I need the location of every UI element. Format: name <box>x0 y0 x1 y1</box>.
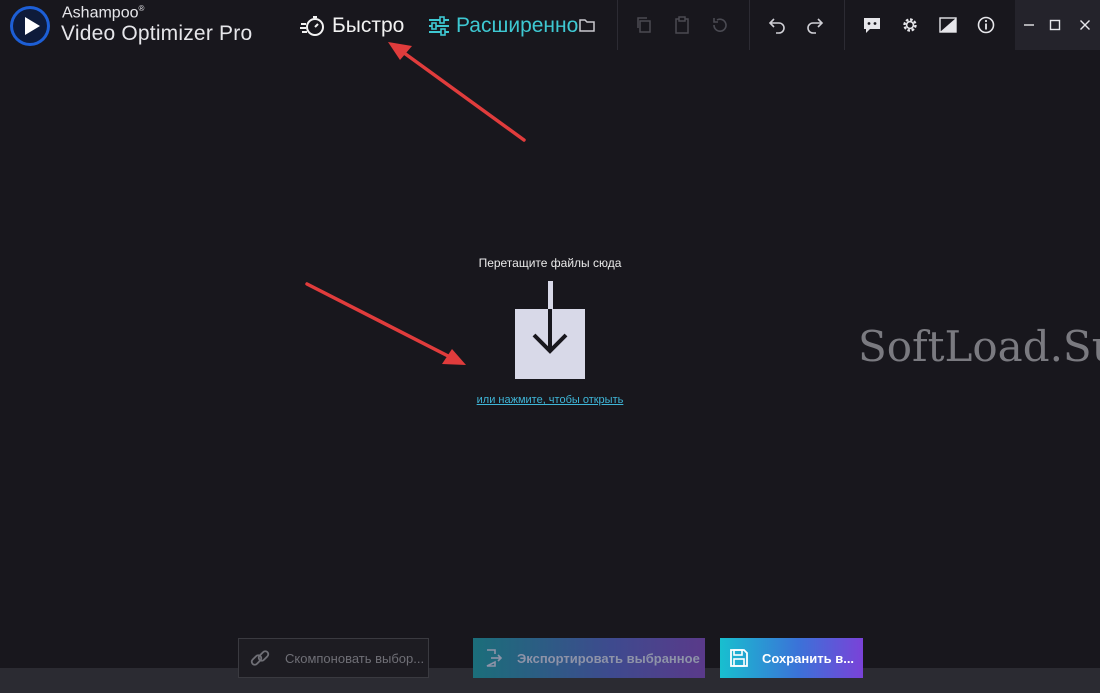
redo-button[interactable] <box>803 13 827 37</box>
toolbar-separator <box>844 0 845 50</box>
maximize-button[interactable] <box>1043 13 1067 37</box>
arrow-down-icon <box>532 309 568 354</box>
close-button[interactable] <box>1073 13 1097 37</box>
product-name: Video Optimizer Pro <box>61 22 253 45</box>
info-icon <box>977 16 995 34</box>
feedback-button[interactable] <box>860 13 884 37</box>
export-icon <box>486 649 503 667</box>
annotation-arrow-dropzone <box>305 282 466 365</box>
watermark: SoftLoad.Su <box>858 322 1100 371</box>
compose-selection-button[interactable]: Скомпоновать выбор... <box>238 638 429 678</box>
chat-icon <box>864 18 880 33</box>
mode-advanced-button[interactable]: Расширенно <box>428 12 580 40</box>
undo-button[interactable] <box>765 13 789 37</box>
save-icon <box>730 649 748 667</box>
minimize-button[interactable] <box>1017 13 1041 37</box>
open-files-link[interactable]: или нажмите, чтобы открыть <box>440 394 660 406</box>
toolbar-separator <box>749 0 750 50</box>
brand-name: Ashampoo® <box>62 4 145 22</box>
title-bar: Ashampoo® Video Optimizer Pro Быстро Рас… <box>0 0 1100 50</box>
copy-button[interactable] <box>632 13 656 37</box>
minimize-icon <box>1024 24 1034 26</box>
mode-fast-button[interactable]: Быстро <box>300 12 404 40</box>
info-button[interactable] <box>974 13 998 37</box>
settings-button[interactable] <box>898 13 922 37</box>
redo-icon <box>807 18 824 34</box>
toolbar-separator <box>617 0 618 50</box>
stopwatch-icon <box>300 16 324 36</box>
save-to-button[interactable]: Сохранить в... <box>720 638 863 678</box>
sliders-icon <box>429 16 449 36</box>
reset-button[interactable] <box>708 13 732 37</box>
undo-icon <box>768 18 785 34</box>
export-selected-label: Экспортировать выбранное <box>517 650 700 666</box>
mode-fast-label: Быстро <box>332 14 405 37</box>
open-folder-button[interactable] <box>575 13 599 37</box>
folder-icon <box>579 19 595 32</box>
theme-icon <box>939 17 957 33</box>
drop-hint: Перетащите файлы сюда <box>478 256 622 270</box>
theme-button[interactable] <box>936 13 960 37</box>
save-to-label: Сохранить в... <box>762 650 855 666</box>
reset-icon <box>713 18 727 32</box>
link-icon <box>250 650 270 666</box>
annotation-arrow-mode <box>388 42 526 142</box>
mode-advanced-label: Расширенно <box>456 14 579 37</box>
copy-icon <box>637 17 651 33</box>
compose-selection-label: Скомпоновать выбор... <box>285 650 425 666</box>
maximize-icon <box>1049 19 1061 31</box>
app-logo-icon <box>10 6 50 46</box>
paste-button[interactable] <box>670 13 694 37</box>
export-selected-button[interactable]: Экспортировать выбранное <box>473 638 705 678</box>
clipboard-icon <box>675 16 689 34</box>
gear-icon <box>903 18 917 32</box>
close-icon <box>1080 20 1090 30</box>
